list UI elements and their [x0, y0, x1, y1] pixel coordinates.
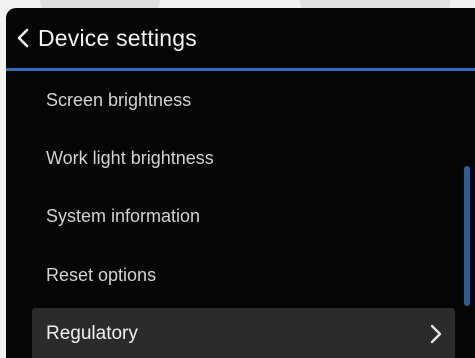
settings-header: Device settings — [6, 8, 475, 68]
page-title: Device settings — [38, 24, 197, 51]
screenshot-frame: Device settings Screen brightness Work l… — [0, 0, 475, 358]
menu-item-label: Work light brightness — [46, 147, 214, 168]
device-screen: Device settings Screen brightness Work l… — [6, 8, 475, 358]
scrollbar[interactable] — [464, 166, 470, 306]
menu-item-screen-brightness[interactable]: Screen brightness — [6, 71, 461, 129]
menu-item-label: Reset options — [46, 264, 157, 285]
chevron-left-icon — [17, 28, 29, 48]
menu-item-work-light-brightness[interactable]: Work light brightness — [6, 129, 461, 187]
menu-item-reset-options[interactable]: Reset options — [6, 246, 461, 304]
menu-item-system-information[interactable]: System information — [6, 187, 461, 245]
menu-item-label: System information — [46, 205, 201, 226]
chevron-right-icon — [430, 324, 442, 344]
menu-item-label: Screen brightness — [46, 89, 192, 110]
back-button[interactable]: Device settings — [6, 8, 197, 68]
menu-item-label: Regulatory — [46, 323, 138, 344]
menu-item-regulatory[interactable]: Regulatory — [32, 308, 455, 358]
